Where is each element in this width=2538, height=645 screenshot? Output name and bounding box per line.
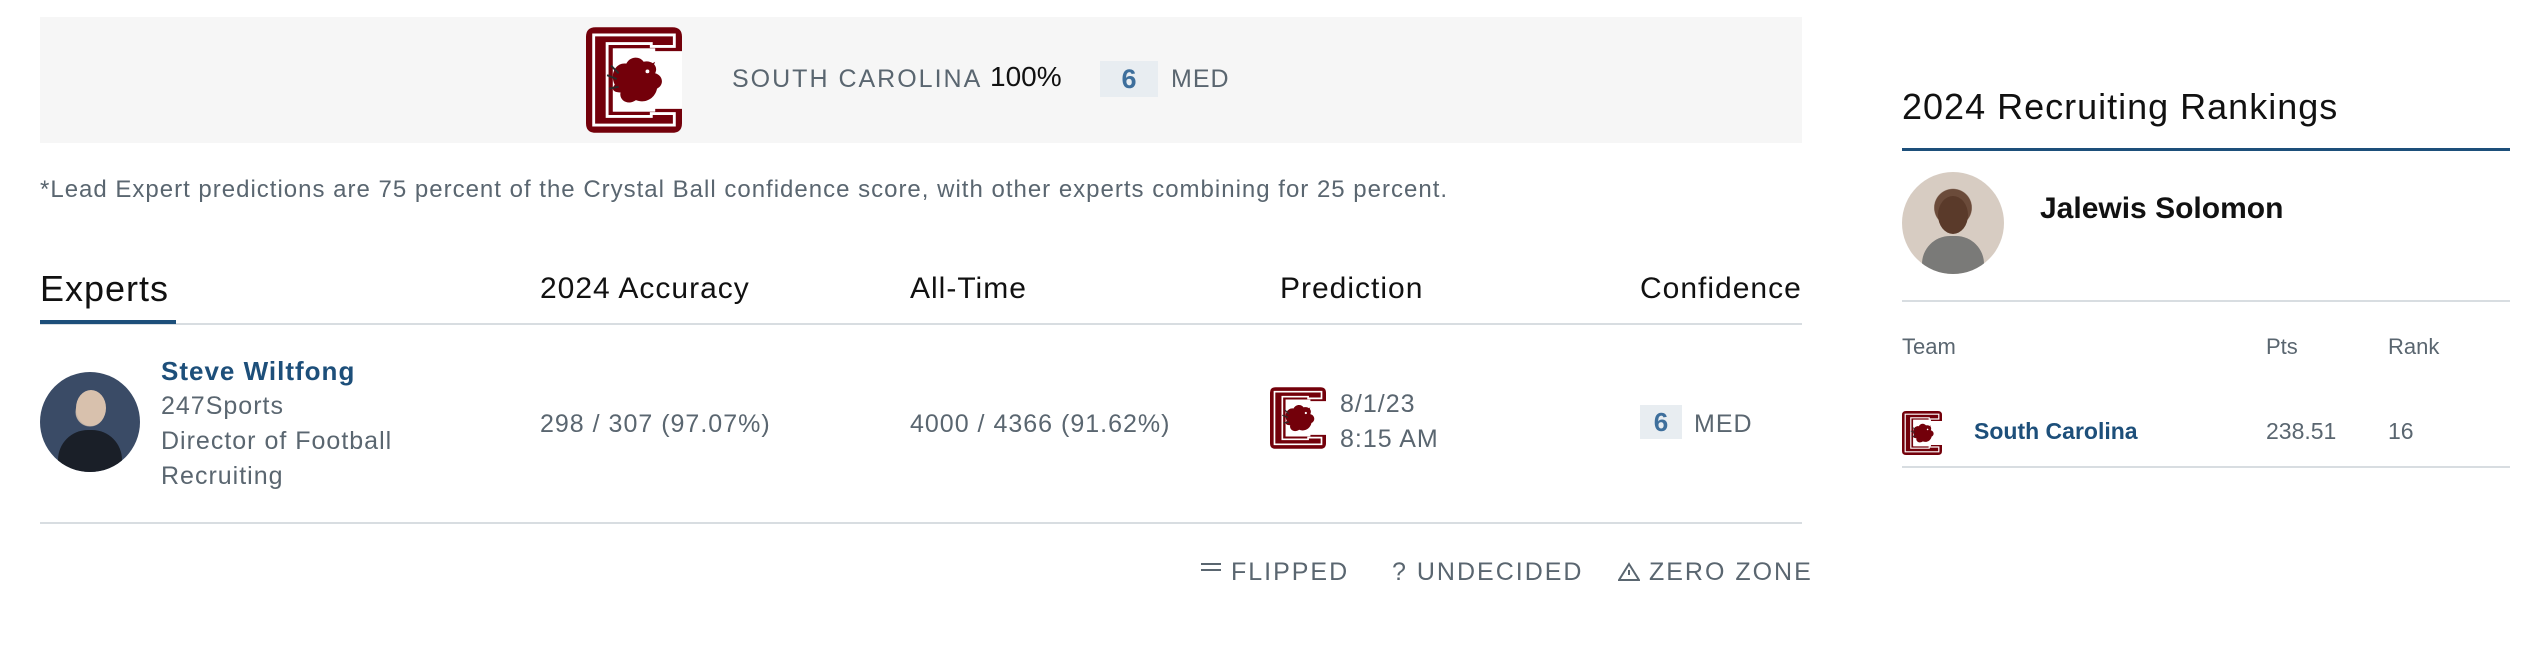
header-rank: Rank — [2388, 334, 2440, 359]
legend-zero-zone-label: ZERO ZONE — [1648, 558, 1813, 586]
header-experts: Experts — [40, 268, 170, 309]
prediction-percent: 100% — [990, 61, 1062, 92]
row-divider — [1902, 466, 2510, 468]
predicted-team-name[interactable]: SOUTH CAROLINA — [732, 65, 982, 94]
accuracy-value: 298 / 307 (97.07%) — [540, 410, 771, 438]
header-team: Team — [1902, 334, 1956, 359]
confidence-score-badge: 6 — [1640, 405, 1682, 439]
row-divider — [40, 522, 1802, 524]
expert-organization: 247Sports — [161, 392, 284, 420]
team-logo-icon[interactable] — [1270, 386, 1326, 450]
legend-undecided: ? UNDECIDED — [1392, 558, 1583, 587]
team-logo-icon[interactable] — [586, 25, 682, 135]
legend-flipped: FLIPPED — [1200, 558, 1349, 587]
rankings-title-underline — [1902, 148, 2510, 151]
header-divider — [40, 323, 1802, 325]
header-all-time: All-Time — [910, 272, 1027, 305]
header-prediction: Prediction — [1280, 272, 1424, 305]
header-accuracy: 2024 Accuracy — [540, 272, 750, 305]
team-name-link[interactable]: South Carolina — [1974, 418, 2138, 445]
team-points: 238.51 — [2266, 418, 2337, 444]
expert-title: Director of Football — [161, 427, 393, 455]
rankings-title: 2024 Recruiting Rankings — [1902, 86, 2339, 127]
all-time-value: 4000 / 4366 (91.62%) — [910, 410, 1171, 438]
legend-zero-zone: ZERO ZONE — [1617, 558, 1813, 587]
expert-title-cont: Recruiting — [161, 462, 284, 490]
confidence-level-label: MED — [1694, 410, 1753, 438]
flip-icon — [1201, 563, 1221, 571]
expert-name-link[interactable]: Steve Wiltfong — [161, 356, 355, 387]
header-pts: Pts — [2266, 334, 2298, 359]
player-avatar[interactable] — [1902, 172, 2004, 274]
question-icon: ? — [1392, 558, 1408, 586]
header-confidence: Confidence — [1640, 272, 1802, 305]
prediction-date: 8/1/23 — [1340, 390, 1416, 418]
player-divider — [1902, 300, 2510, 302]
legend-undecided-label: UNDECIDED — [1416, 558, 1584, 586]
player-name-link[interactable]: Jalewis Solomon — [2040, 192, 2283, 226]
team-rank: 16 — [2388, 418, 2414, 444]
warning-triangle-icon — [1617, 562, 1641, 581]
legend-flipped-label: FLIPPED — [1230, 558, 1350, 586]
confidence-level-label: MED — [1171, 65, 1230, 93]
prediction-banner: SOUTH CAROLINA 100% 6 MED — [40, 17, 1802, 143]
expert-avatar[interactable] — [40, 372, 140, 472]
confidence-score-badge: 6 — [1100, 61, 1158, 97]
header-active-underline — [40, 320, 176, 324]
prediction-time: 8:15 AM — [1340, 425, 1439, 453]
footnote: *Lead Expert predictions are 75 percent … — [40, 176, 1449, 203]
team-logo-icon[interactable] — [1902, 410, 1942, 456]
